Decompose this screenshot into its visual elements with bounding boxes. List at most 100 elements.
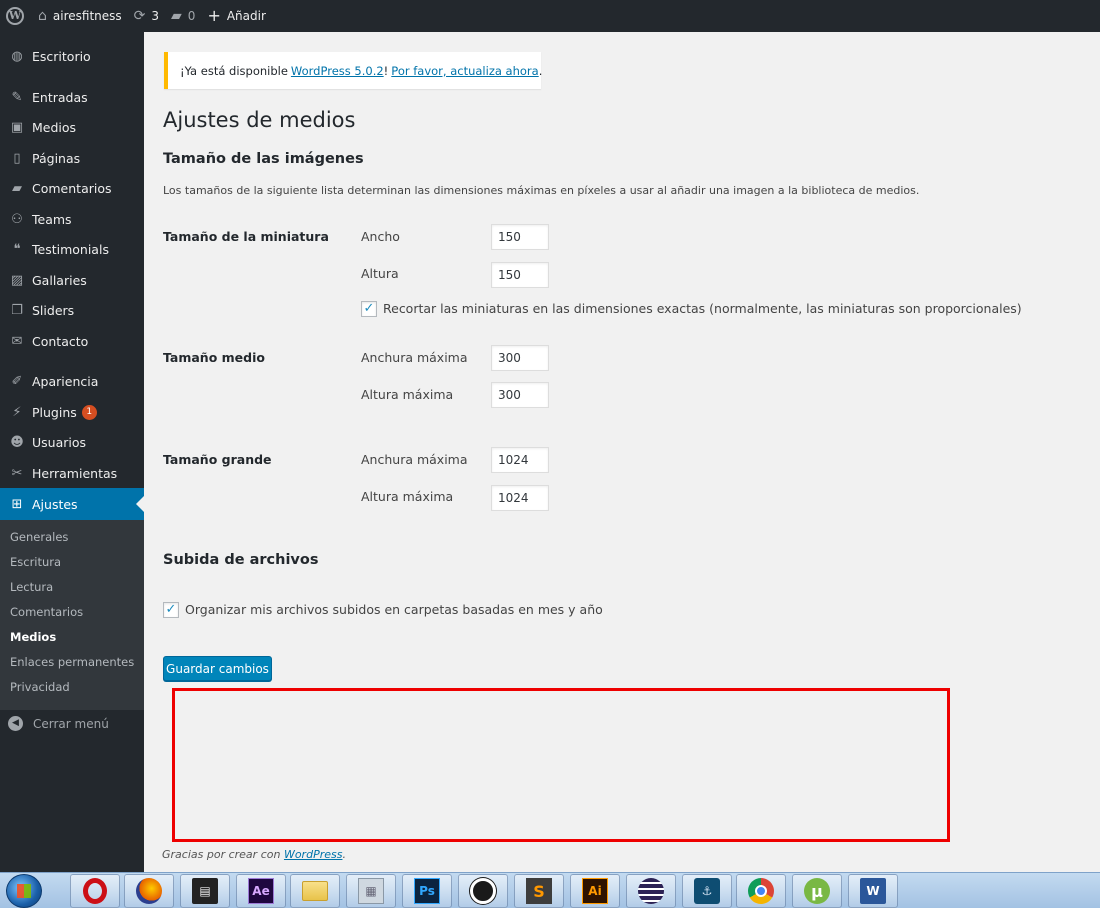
add-new-link[interactable]: + Añadir [201, 0, 271, 32]
taskbar-app-illustrator[interactable]: Ai [570, 874, 620, 908]
submenu-generales[interactable]: Generales [10, 530, 68, 544]
taskbar-app-word[interactable]: W [848, 874, 898, 908]
sidebar-item-contacto[interactable]: ✉ Contacto [0, 325, 144, 357]
site-name-link[interactable]: ⌂ airesfitness [32, 0, 128, 32]
sidebar-item-label: Herramientas [32, 465, 118, 481]
sidebar-item-label: Ajustes [32, 496, 78, 512]
large-height-input[interactable]: 1024 [491, 485, 549, 511]
sidebar-item-label: Medios [32, 119, 77, 135]
sidebar-item-escritorio[interactable]: ◍ Escritorio [0, 40, 144, 72]
thumbnail-height-label: Altura [361, 266, 399, 281]
sidebar-item-label: Usuarios [32, 434, 87, 450]
submenu-comentarios[interactable]: Comentarios [10, 605, 83, 619]
utorrent-icon: µ [804, 878, 830, 904]
testimonial-icon: ❝ [13, 241, 21, 257]
thumbnail-width-input[interactable]: 150 [491, 224, 549, 250]
taskbar-app-firefox[interactable] [124, 874, 174, 908]
taskbar-app-photoshop[interactable]: Ps [402, 874, 452, 908]
taskbar-app-utorrent[interactable]: µ [792, 874, 842, 908]
illustrator-icon: Ai [582, 878, 608, 904]
medium-width-input[interactable]: 300 [491, 345, 549, 371]
sidebar-item-teams[interactable]: ⚇ Teams [0, 203, 144, 235]
comments-link[interactable]: ▰ 0 [165, 0, 201, 32]
start-button[interactable] [6, 874, 42, 908]
sidebar-item-medios[interactable]: ▣ Medios [0, 111, 144, 143]
sidebar-item-usuarios[interactable]: ☻ Usuarios [0, 426, 144, 458]
page-icon: ▯ [13, 150, 21, 166]
taskbar-app-mysql-workbench[interactable]: ⚓ [682, 874, 732, 908]
submenu-privacidad[interactable]: Privacidad [10, 680, 70, 694]
plugins-update-badge: 1 [81, 404, 97, 420]
eclipse-icon [638, 878, 664, 904]
crop-thumbnails-label[interactable]: Recortar las miniaturas en las dimension… [383, 301, 1022, 316]
submenu-escritura[interactable]: Escritura [10, 555, 61, 569]
admin-bar: W ⌂ airesfitness ⟳ 3 ▰ 0 + Añadir [0, 0, 1100, 32]
comment-icon: ▰ [171, 8, 182, 24]
sidebar-item-gallaries[interactable]: ▨ Gallaries [0, 264, 144, 296]
thumbnail-size-heading: Tamaño de la miniatura [163, 229, 329, 244]
medium-width-label: Anchura máxima [361, 350, 468, 365]
sidebar-item-plugins[interactable]: ⚡ Plugins 1 [0, 396, 144, 428]
crop-thumbnails-checkbox[interactable]: ✓ [361, 301, 377, 317]
taskbar-app-media-player[interactable]: ▤ [180, 874, 230, 908]
sidebar-item-herramientas[interactable]: ✂ Herramientas [0, 457, 144, 489]
medium-height-input[interactable]: 300 [491, 382, 549, 408]
taskbar-app-after-effects[interactable]: Ae [236, 874, 286, 908]
save-changes-button[interactable]: Guardar cambios [163, 656, 272, 681]
update-now-link[interactable]: Por favor, actualiza ahora [391, 64, 538, 78]
large-size-heading: Tamaño grande [163, 452, 272, 467]
checkmark-icon: ✓ [363, 301, 375, 316]
taskbar-app-chrome[interactable] [736, 874, 786, 908]
organize-uploads-checkbox[interactable]: ✓ [163, 602, 179, 618]
home-icon: ⌂ [38, 8, 47, 24]
taskbar-app-opera[interactable] [70, 874, 120, 908]
admin-footer: Gracias por crear con WordPress. [162, 848, 346, 861]
collapse-menu-label: Cerrar menú [33, 716, 109, 731]
sidebar-item-sliders[interactable]: ❐ Sliders [0, 294, 144, 326]
site-name-label: airesfitness [52, 9, 122, 23]
taskbar-app-eclipse[interactable] [626, 874, 676, 908]
large-height-label: Altura máxima [361, 489, 454, 504]
sidebar-item-label: Plugins [32, 404, 77, 420]
email-icon: ✉ [11, 333, 23, 349]
sidebar-item-apariencia[interactable]: ✐ Apariencia [0, 365, 144, 397]
wordpress-version-link[interactable]: WordPress 5.0.2 [291, 64, 384, 78]
thumbnail-width-label: Ancho [361, 229, 400, 244]
sidebar-item-testimonials[interactable]: ❝ Testimonials [0, 233, 144, 265]
sidebar-item-paginas[interactable]: ▯ Páginas [0, 142, 144, 174]
highlight-box [172, 688, 950, 842]
admin-sidebar: ◍ Escritorio ✎ Entradas ▣ Medios ▯ Págin… [0, 32, 144, 872]
taskbar-app-sublime-text[interactable]: S [514, 874, 564, 908]
large-width-input[interactable]: 1024 [491, 447, 549, 473]
taskbar-app-file-explorer[interactable] [290, 874, 340, 908]
media-icon: ▣ [10, 119, 24, 135]
sidebar-item-ajustes[interactable]: ⊞ Ajustes [0, 488, 144, 520]
sidebar-item-label: Páginas [32, 150, 81, 166]
sidebar-item-entradas[interactable]: ✎ Entradas [0, 81, 144, 113]
gallery-icon: ▨ [10, 272, 24, 288]
submenu-medios[interactable]: Medios [10, 630, 56, 644]
inkscape-icon [470, 878, 496, 904]
wordpress-logo-button[interactable]: W [0, 0, 32, 32]
footer-text: Gracias por crear con [162, 848, 281, 861]
footer-suffix: . [342, 848, 346, 861]
taskbar-app-inkscape[interactable] [458, 874, 508, 908]
notice-punct: ! [383, 63, 389, 78]
calculator-icon: ▦ [358, 878, 384, 904]
updates-link[interactable]: ⟳ 3 [128, 0, 165, 32]
section-title-image-sizes: Tamaño de las imágenes [163, 151, 364, 167]
comments-count: 0 [187, 9, 196, 23]
thumbnail-height-input[interactable]: 150 [491, 262, 549, 288]
settings-submenu: Generales Escritura Lectura Comentarios … [0, 520, 144, 710]
collapse-menu-button[interactable]: ◀ Cerrar menú [8, 716, 109, 731]
submenu-enlaces-permanentes[interactable]: Enlaces permanentes [10, 655, 134, 669]
footer-wordpress-link[interactable]: WordPress [284, 848, 343, 861]
sidebar-item-label: Comentarios [32, 180, 112, 196]
organize-uploads-label[interactable]: Organizar mis archivos subidos en carpet… [185, 602, 603, 617]
sidebar-item-comentarios[interactable]: ▰ Comentarios [0, 172, 144, 204]
tools-icon: ✂ [11, 465, 23, 481]
taskbar-app-calculator[interactable]: ▦ [346, 874, 396, 908]
groups-icon: ⚇ [11, 211, 23, 227]
submenu-lectura[interactable]: Lectura [10, 580, 53, 594]
update-notice: ¡Ya está disponible WordPress 5.0.2 ! Po… [164, 52, 542, 89]
